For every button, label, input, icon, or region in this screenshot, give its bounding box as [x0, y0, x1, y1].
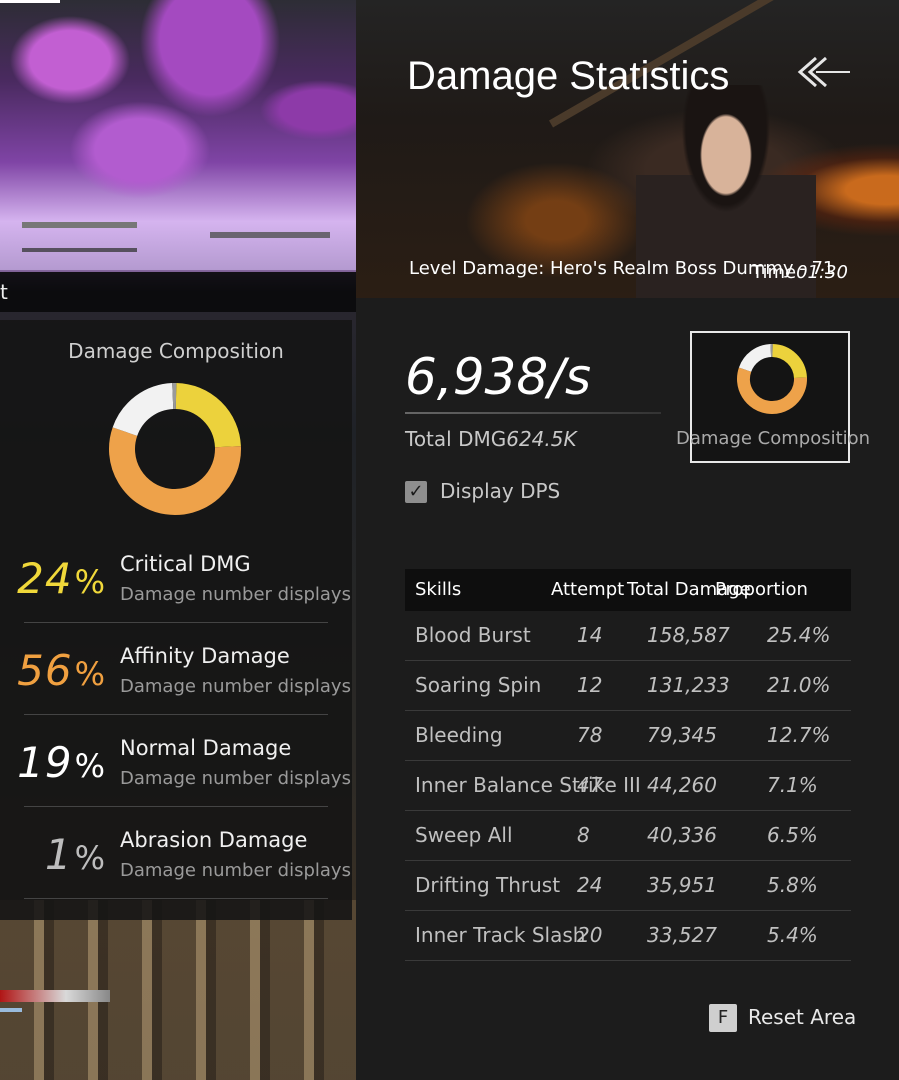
composition-label: Critical DMG	[120, 552, 251, 576]
proportion-value: 5.4%	[767, 923, 818, 947]
divider	[24, 714, 328, 715]
proportion-value: 5.8%	[767, 873, 818, 897]
damage-composition-button[interactable]: Damage Composition	[676, 331, 870, 463]
wooden-dock-far	[210, 232, 330, 238]
composition-row-affinity: 56% Affinity Damage Damage number displa…	[17, 624, 354, 715]
dps-underline	[405, 412, 661, 414]
composition-desc: Damage number displays a	[120, 676, 352, 697]
donut-slice-affinity-damage	[737, 367, 807, 414]
composition-percent: 1%	[44, 830, 106, 879]
composition-row-critical: 24% Critical DMG Damage number displays …	[17, 532, 354, 623]
composition-row-normal: 19% Normal Damage Damage number displays…	[17, 716, 354, 807]
donut-slice-affinity-damage	[109, 427, 241, 515]
divider	[24, 622, 328, 623]
dps-value: 6,938/s	[405, 348, 592, 406]
composition-desc: Damage number displays a	[120, 768, 352, 789]
proportion-value: 12.7%	[767, 723, 831, 747]
table-row: Inner Balance Strike III 47 44,260 7.1%	[405, 761, 851, 811]
donut-slice-normal-damage	[112, 383, 174, 437]
composition-button-label: Damage Composition	[676, 428, 871, 449]
composition-row-abrasion: 1% Abrasion Damage Damage number display…	[24, 808, 354, 899]
composition-percent: 24%	[17, 554, 106, 603]
attempt-count: 24	[577, 873, 603, 897]
total-damage: 35,951	[647, 873, 717, 897]
table-row: Drifting Thrust 24 35,951 5.8%	[405, 861, 851, 911]
top-edge-highlight	[0, 0, 60, 3]
display-dps-checkbox[interactable]: ✓	[405, 481, 427, 503]
skills-table: Skills Attempt Total Damage Proportion B…	[405, 569, 851, 961]
divider	[24, 898, 328, 899]
skill-name: Soaring Spin	[415, 673, 542, 697]
table-header: Skills Attempt Total Damage Proportion	[405, 569, 851, 611]
time-readout: Time01:30	[752, 262, 848, 283]
attempt-count: 20	[577, 923, 603, 947]
header-proportion[interactable]: Proportion	[715, 579, 808, 600]
page-title: Damage Statistics	[407, 54, 730, 98]
total-damage: 40,336	[647, 823, 717, 847]
damage-statistics-panel: Damage Statistics Level Damage: Hero's R…	[356, 0, 899, 1080]
proportion-value: 6.5%	[767, 823, 818, 847]
header-skills[interactable]: Skills	[415, 579, 461, 600]
display-dps-label[interactable]: Display DPS	[440, 479, 560, 503]
attempt-count: 78	[577, 723, 603, 747]
composition-label: Normal Damage	[120, 736, 292, 760]
total-damage: 158,587	[647, 623, 730, 647]
header-attempt[interactable]: Attempt	[551, 579, 624, 600]
composition-percent: 19%	[17, 738, 106, 787]
table-row: Soaring Spin 12 131,233 21.0%	[405, 661, 851, 711]
composition-donut-chart	[109, 383, 241, 515]
scene-location-label: t	[0, 272, 356, 312]
table-row: Sweep All 8 40,336 6.5%	[405, 811, 851, 861]
divider	[24, 806, 328, 807]
composition-label: Abrasion Damage	[120, 828, 308, 852]
composition-label: Affinity Damage	[120, 644, 290, 668]
composition-title: Damage Composition	[68, 339, 284, 363]
stamina-bar	[0, 1008, 22, 1012]
table-row: Inner Track Slash 20 33,527 5.4%	[405, 911, 851, 961]
donut-slice-normal-damage	[738, 344, 772, 373]
table-row: Bleeding 78 79,345 12.7%	[405, 711, 851, 761]
skill-name: Inner Balance Strike III	[415, 773, 641, 797]
skill-name: Sweep All	[415, 823, 513, 847]
composition-desc: Damage number displays a	[120, 860, 352, 881]
total-damage: 131,233	[647, 673, 730, 697]
composition-percent: 56%	[17, 646, 106, 695]
skill-name: Drifting Thrust	[415, 873, 561, 897]
skill-name: Bleeding	[415, 723, 503, 747]
total-damage: Total DMG624.5K	[405, 427, 577, 451]
reset-area-button[interactable]: Reset Area	[748, 1005, 856, 1029]
total-damage: 33,527	[647, 923, 717, 947]
total-damage: 79,345	[647, 723, 717, 747]
proportion-value: 21.0%	[767, 673, 831, 697]
attempt-count: 47	[577, 773, 603, 797]
donut-slice-critical-dmg	[175, 383, 241, 448]
double-chevron-left-icon[interactable]	[794, 52, 854, 92]
total-damage: 44,260	[647, 773, 717, 797]
damage-composition-panel: Damage Composition 24% Critical DMG Dama…	[0, 320, 352, 920]
attempt-count: 12	[577, 673, 603, 697]
skill-name: Blood Burst	[415, 623, 531, 647]
donut-slice-critical-dmg	[771, 344, 807, 379]
table-row: Blood Burst 14 158,587 25.4%	[405, 611, 851, 661]
proportion-value: 25.4%	[767, 623, 831, 647]
attempt-count: 14	[577, 623, 603, 647]
attempt-count: 8	[577, 823, 590, 847]
reset-key-hint: F	[709, 1004, 737, 1032]
composition-mini-donut	[737, 344, 807, 414]
wooden-dock	[22, 222, 137, 252]
health-bar	[0, 990, 110, 1002]
skill-name: Inner Track Slash	[415, 923, 586, 947]
composition-desc: Damage number displays a	[120, 584, 352, 605]
proportion-value: 7.1%	[767, 773, 818, 797]
hero-banner	[356, 0, 899, 298]
